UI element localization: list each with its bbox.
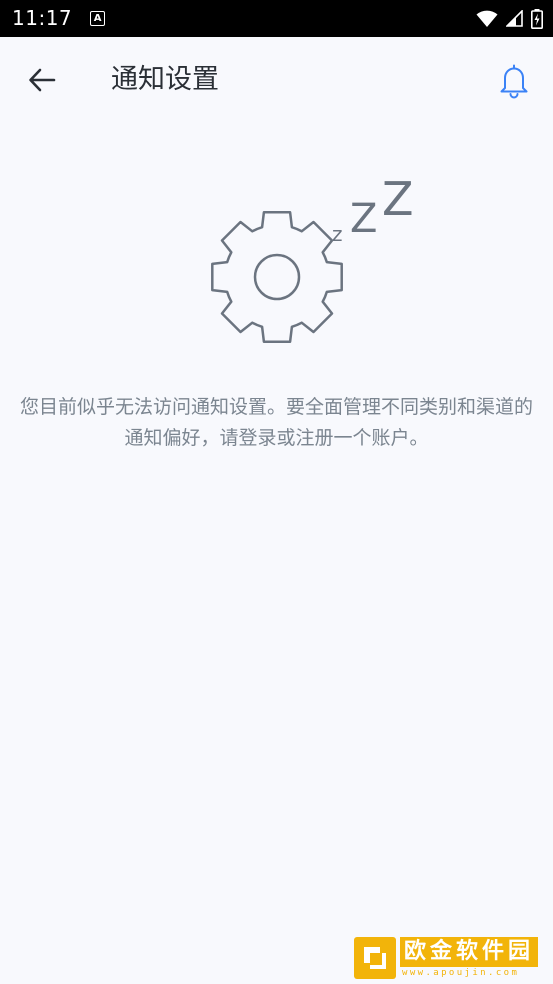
cellular-signal-icon [506,10,523,27]
back-button[interactable] [22,60,62,100]
watermark-name: 欧金软件园 [400,937,539,967]
notification-a-icon: A [90,11,106,26]
bell-icon [500,64,528,99]
watermark-url: www.apoujin.com [402,968,520,978]
wifi-icon [476,10,498,27]
watermark-logo-icon [354,937,396,979]
status-time: 11:17 [12,6,73,30]
page-title: 通知设置 [111,64,219,95]
status-bar: 11:17 A [0,0,553,37]
status-icons [476,0,543,37]
watermark: 欧金软件园 www.apoujin.com [354,936,549,980]
battery-charging-icon [531,8,543,29]
empty-state-message: 您目前似乎无法访问通知设置。要全面管理不同类别和渠道的通知偏好，请登录或注册一个… [19,396,533,449]
arrow-left-icon [29,68,56,92]
notification-bell-button[interactable] [494,61,534,101]
app-bar: 通知设置 [0,37,553,123]
sleeping-gear-illustration: z Z Z [200,168,430,353]
sleep-letter-small: z [332,222,343,246]
notification-letter: A [93,12,102,24]
sleep-letter-medium: Z [350,196,377,242]
sleep-letter-large: Z [382,172,414,226]
sleeping-gear-icon: z Z Z [211,172,414,343]
